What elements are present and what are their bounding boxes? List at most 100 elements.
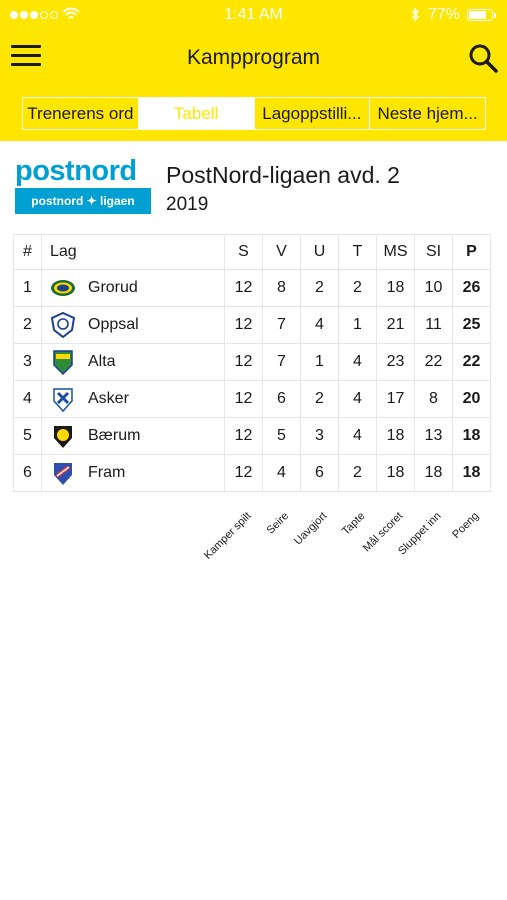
losses: 2 xyxy=(338,454,377,492)
league-logo: postnord postnord ✦ ligaen xyxy=(15,155,151,214)
played: 12 xyxy=(224,269,263,307)
table-row[interactable]: 3 Alta 12 7 1 4 23 22 22 xyxy=(13,343,491,381)
legend-uavgjort: Uavgjort xyxy=(292,510,330,548)
table-header-row: # Lag S V U T MS SI P xyxy=(13,234,491,270)
alta-crest-icon xyxy=(53,350,73,375)
team-name: Alta xyxy=(88,353,116,370)
tab-trenerens-ord[interactable]: Trenerens ord xyxy=(23,98,139,129)
goals-against: 8 xyxy=(414,380,453,418)
goals-against: 10 xyxy=(414,269,453,307)
draws: 6 xyxy=(300,454,339,492)
losses: 4 xyxy=(338,417,377,455)
points: 18 xyxy=(452,454,491,492)
played: 12 xyxy=(224,343,263,381)
team-name: Oppsal xyxy=(88,316,139,333)
wins: 5 xyxy=(262,417,301,455)
team-name: Asker xyxy=(88,390,129,407)
league-season: 2019 xyxy=(166,194,209,215)
wins: 7 xyxy=(262,306,301,344)
grorud-crest-icon xyxy=(51,280,75,296)
rank: 4 xyxy=(13,380,42,418)
played: 12 xyxy=(224,380,263,418)
standings-table: # Lag S V U T MS SI P 1 Grorud 12 8 2 2 … xyxy=(13,234,491,492)
team-name: Fram xyxy=(88,464,126,481)
league-name: PostNord-ligaen avd. 2 xyxy=(166,162,400,188)
rank: 5 xyxy=(13,417,42,455)
goals-for: 23 xyxy=(376,343,415,381)
battery-icon xyxy=(467,9,493,21)
table-row[interactable]: 1 Grorud 12 8 2 2 18 10 26 xyxy=(13,269,491,307)
table-row[interactable]: 4 Asker 12 6 2 4 17 8 20 xyxy=(13,380,491,418)
status-bar: 1:41 AM 77% xyxy=(0,6,507,26)
goals-for: 18 xyxy=(376,417,415,455)
rank: 2 xyxy=(13,306,42,344)
search-icon[interactable] xyxy=(468,43,498,73)
goals-for: 18 xyxy=(376,454,415,492)
oppsal-crest-icon xyxy=(50,312,76,338)
goals-for: 21 xyxy=(376,306,415,344)
team-name: Bærum xyxy=(88,427,141,444)
goals-against: 18 xyxy=(414,454,453,492)
col-team: Lag xyxy=(41,234,225,270)
losses: 2 xyxy=(338,269,377,307)
col-rank: # xyxy=(13,234,42,270)
baerum-crest-icon xyxy=(54,426,72,448)
goals-for: 17 xyxy=(376,380,415,418)
page-title: Kampprogram xyxy=(186,46,321,69)
draws: 1 xyxy=(300,343,339,381)
played: 12 xyxy=(224,454,263,492)
col-played: S xyxy=(224,234,263,270)
goals-against: 22 xyxy=(414,343,453,381)
losses: 1 xyxy=(338,306,377,344)
tab-tabell[interactable]: Tabell xyxy=(138,98,255,129)
rank: 1 xyxy=(13,269,42,307)
tab-neste-hjemmekamp[interactable]: Neste hjem... xyxy=(370,98,485,129)
draws: 2 xyxy=(300,380,339,418)
table-row[interactable]: 5 Bærum 12 5 3 4 18 13 18 xyxy=(13,417,491,455)
segmented-tabs: Trenerens ord Tabell Lagoppstilli... Nes… xyxy=(22,97,486,130)
goals-for: 18 xyxy=(376,269,415,307)
logo-wordmark: postnord xyxy=(15,155,137,187)
col-goals-for: MS xyxy=(376,234,415,270)
goals-against: 13 xyxy=(414,417,453,455)
wins: 6 xyxy=(262,380,301,418)
legend-seire: Seire xyxy=(264,510,292,537)
points: 18 xyxy=(452,417,491,455)
wins: 8 xyxy=(262,269,301,307)
tab-lagoppstilling[interactable]: Lagoppstilli... xyxy=(255,98,371,129)
team-name: Grorud xyxy=(88,279,138,296)
legend-poeng: Poeng xyxy=(450,510,482,541)
losses: 4 xyxy=(338,343,377,381)
logo-badge: postnord ✦ ligaen xyxy=(15,188,151,214)
table-row[interactable]: 6 Fram 12 4 6 2 18 18 18 xyxy=(13,454,491,492)
col-losses: T xyxy=(338,234,377,270)
points: 26 xyxy=(452,269,491,307)
fram-crest-icon xyxy=(54,463,72,485)
draws: 2 xyxy=(300,269,339,307)
legend-tapte: Tapte xyxy=(339,510,368,538)
played: 12 xyxy=(224,306,263,344)
battery-percent: 77% xyxy=(428,6,461,23)
asker-crest-icon xyxy=(53,388,73,412)
column-legend: Kamper spilt Seire Uavgjort Tapte Mål sc… xyxy=(0,500,507,580)
draws: 4 xyxy=(300,306,339,344)
losses: 4 xyxy=(338,380,377,418)
points: 20 xyxy=(452,380,491,418)
app-header: 1:41 AM 77% Kampprogram Trenerens ord Ta… xyxy=(0,0,507,141)
points: 22 xyxy=(452,343,491,381)
col-points: P xyxy=(452,234,491,270)
wins: 4 xyxy=(262,454,301,492)
bluetooth-icon xyxy=(411,7,419,22)
goals-against: 11 xyxy=(414,306,453,344)
col-draws: U xyxy=(300,234,339,270)
draws: 3 xyxy=(300,417,339,455)
wins: 7 xyxy=(262,343,301,381)
col-goals-against: SI xyxy=(414,234,453,270)
legend-kamper-spilt: Kamper spilt xyxy=(201,510,254,562)
col-wins: V xyxy=(262,234,301,270)
rank: 6 xyxy=(13,454,42,492)
rank: 3 xyxy=(13,343,42,381)
played: 12 xyxy=(224,417,263,455)
table-row[interactable]: 2 Oppsal 12 7 4 1 21 11 25 xyxy=(13,306,491,344)
points: 25 xyxy=(452,306,491,344)
